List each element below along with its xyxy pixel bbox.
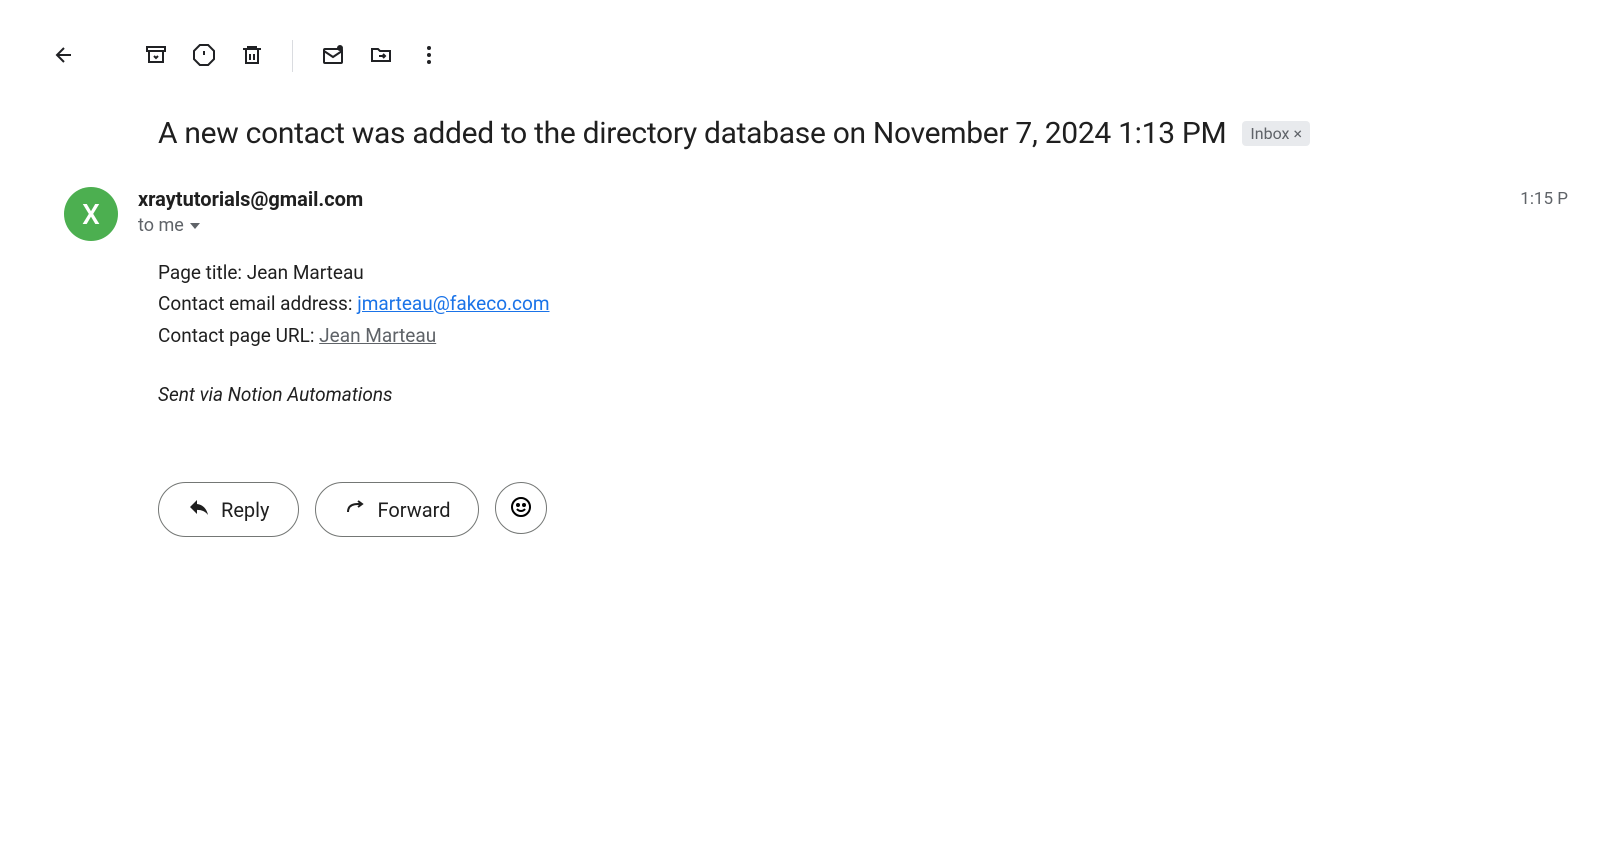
more-vertical-icon <box>417 43 441 70</box>
toolbar <box>20 20 1600 92</box>
mail-unread-icon <box>321 43 345 70</box>
contact-email-label: Contact email address: <box>158 292 357 315</box>
forward-label: Forward <box>378 498 451 522</box>
page-title-value: Jean Marteau <box>247 261 364 284</box>
forward-icon <box>344 495 368 524</box>
chevron-down-icon <box>190 223 200 229</box>
page-title-label: Page title: <box>158 261 247 284</box>
email-container: A new contact was added to the directory… <box>20 20 1600 845</box>
reply-label: Reply <box>221 498 270 522</box>
contact-url-label: Contact page URL: <box>158 324 319 347</box>
action-buttons: Reply Forward <box>20 442 1600 569</box>
arrow-left-icon <box>52 43 76 70</box>
contact-url-link[interactable]: Jean Marteau <box>319 324 436 347</box>
sender-email: xraytutorials@gmail.com <box>138 187 1500 211</box>
folder-move-icon <box>369 43 393 70</box>
more-options-button[interactable] <box>409 36 449 76</box>
page-title-line: Page title: Jean Marteau <box>158 257 1568 288</box>
delete-button[interactable] <box>232 36 272 76</box>
close-label-icon: × <box>1294 124 1303 143</box>
email-subject: A new contact was added to the directory… <box>158 116 1226 151</box>
mark-unread-button[interactable] <box>313 36 353 76</box>
report-spam-button[interactable] <box>184 36 224 76</box>
inbox-label[interactable]: Inbox × <box>1242 121 1310 146</box>
sender-info: xraytutorials@gmail.com to me <box>138 187 1500 241</box>
email-header: X xraytutorials@gmail.com to me 1:15 P <box>20 159 1600 253</box>
inbox-label-text: Inbox <box>1250 124 1289 143</box>
back-button[interactable] <box>44 36 84 76</box>
contact-url-line: Contact page URL: Jean Marteau <box>158 320 1568 351</box>
sender-avatar[interactable]: X <box>64 187 118 241</box>
recipient-row[interactable]: to me <box>138 215 1500 236</box>
toolbar-divider <box>292 40 293 72</box>
archive-icon <box>144 43 168 70</box>
email-timestamp: 1:15 P <box>1520 189 1568 241</box>
add-reaction-button[interactable] <box>495 482 547 534</box>
reply-button[interactable]: Reply <box>158 482 299 537</box>
spam-icon <box>192 43 216 70</box>
archive-button[interactable] <box>136 36 176 76</box>
contact-email-link[interactable]: jmarteau@fakeco.com <box>357 292 549 315</box>
emoji-icon <box>509 495 533 522</box>
forward-button[interactable]: Forward <box>315 482 480 537</box>
reply-icon <box>187 495 211 524</box>
contact-email-line: Contact email address: jmarteau@fakeco.c… <box>158 288 1568 319</box>
recipient-label: to me <box>138 215 184 236</box>
subject-row: A new contact was added to the directory… <box>20 92 1600 159</box>
email-body: Page title: Jean Marteau Contact email a… <box>20 253 1600 442</box>
avatar-initial: X <box>82 198 100 231</box>
trash-icon <box>240 43 264 70</box>
move-to-button[interactable] <box>361 36 401 76</box>
email-signature: Sent via Notion Automations <box>158 379 1568 410</box>
